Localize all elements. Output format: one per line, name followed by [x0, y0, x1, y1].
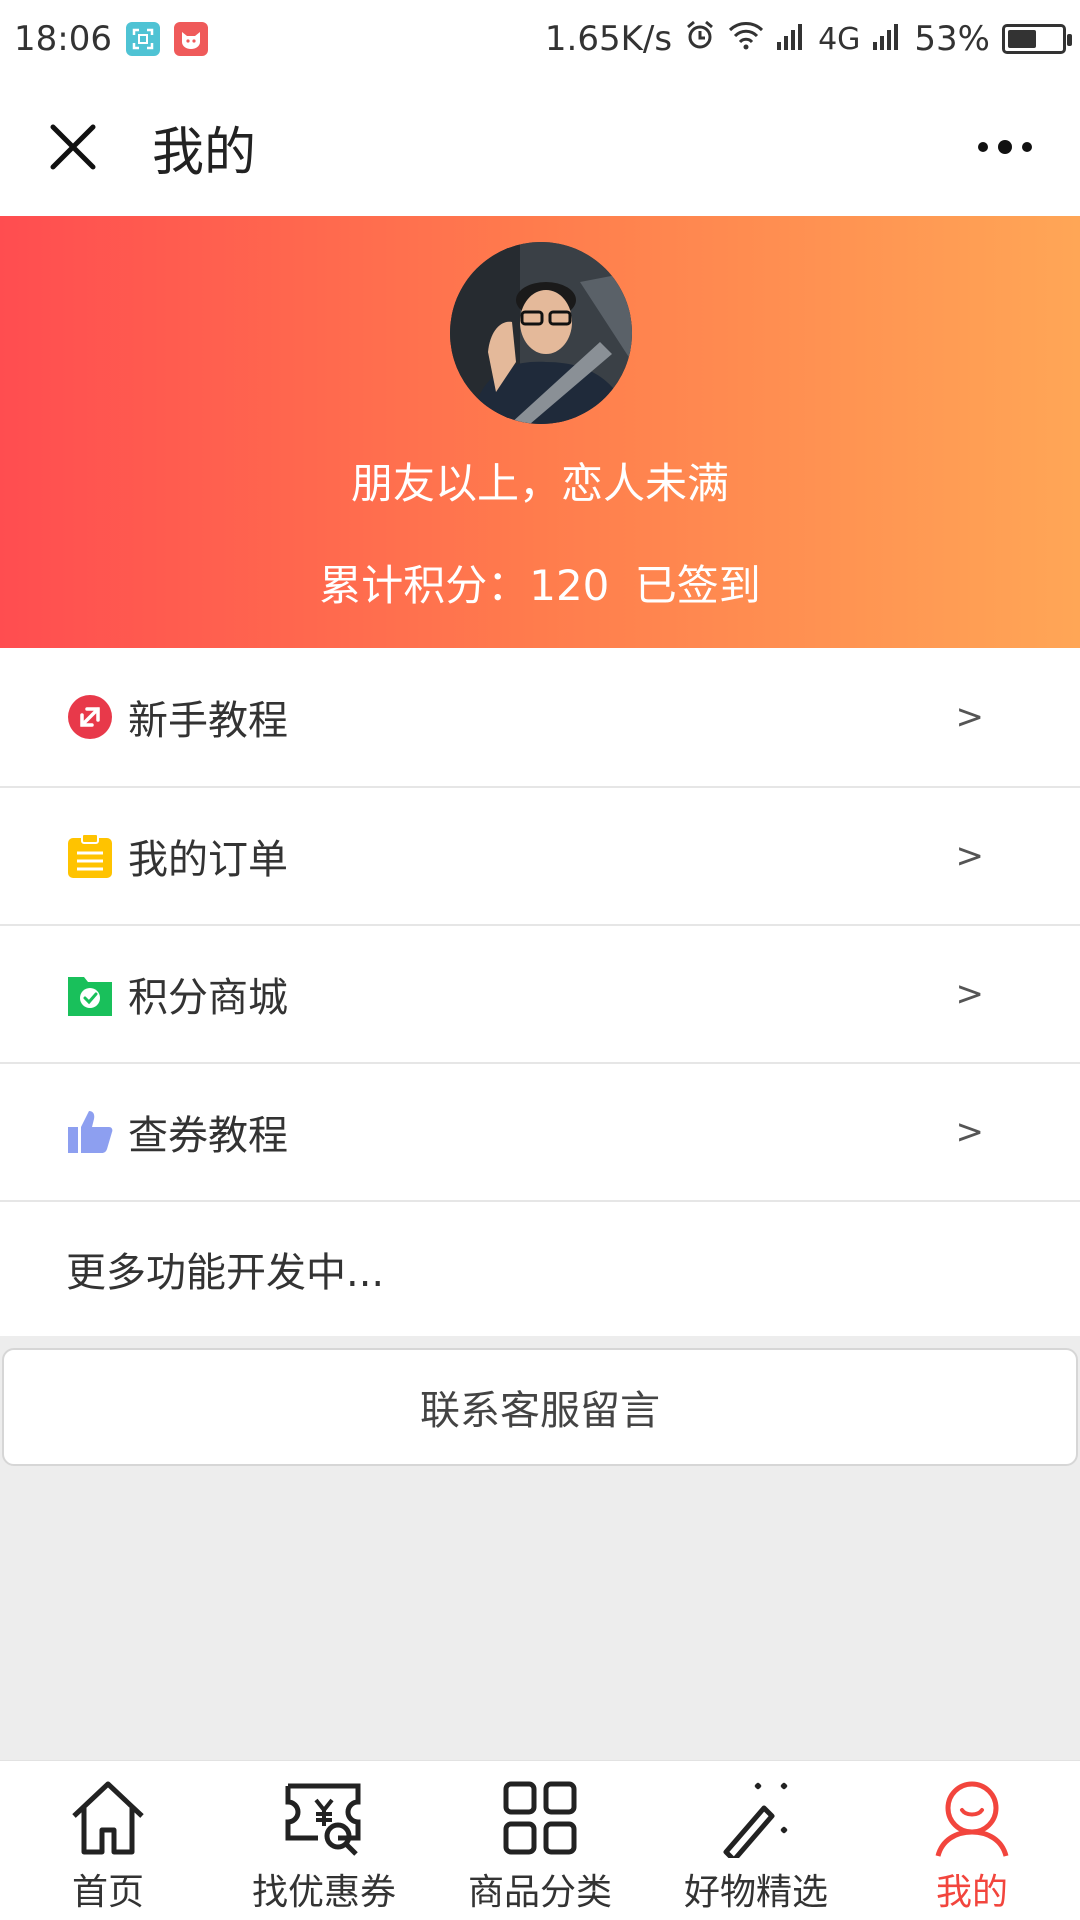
tutorial-icon — [66, 693, 114, 741]
tab-label: 好物精选 — [683, 1872, 828, 1913]
more-dots-icon — [978, 140, 1032, 154]
coupon-search-icon — [281, 1775, 367, 1861]
profile-header: 朋友以上，恋人未满 累计积分：120 已签到 — [0, 216, 1080, 648]
tab-home[interactable]: 首页 — [0, 1761, 216, 1920]
page-title: 我的 — [152, 122, 257, 183]
menu-list: 新手教程 > 我的订单 > 积分商城 > 查券教程 > 更多功能开发中... — [0, 648, 1080, 1336]
checkin-status[interactable]: 已签到 — [635, 561, 761, 610]
tab-mine[interactable]: 我的 — [864, 1761, 1080, 1920]
folder-check-icon — [66, 970, 114, 1018]
points-row: 累计积分：120 已签到 — [0, 552, 1080, 613]
menu-item-points-mall[interactable]: 积分商城 > — [0, 924, 1080, 1062]
avatar[interactable] — [450, 242, 632, 424]
tab-categories[interactable]: 商品分类 — [432, 1761, 648, 1920]
cat-app-icon — [173, 22, 208, 56]
network-speed: 1.65K/s — [544, 19, 673, 59]
tab-label: 商品分类 — [467, 1872, 612, 1913]
bottom-tabbar: 首页 找优惠券 商品分类 好物精选 我的 — [0, 1760, 1080, 1920]
signal-icon — [776, 19, 806, 59]
tab-label: 找优惠券 — [251, 1872, 396, 1913]
home-icon — [65, 1775, 151, 1861]
battery-fill — [1008, 30, 1036, 48]
tab-label: 首页 — [71, 1872, 144, 1913]
close-icon — [50, 124, 96, 170]
username: 朋友以上，恋人未满 — [350, 459, 729, 508]
clipboard-icon — [66, 832, 114, 880]
scan-app-icon — [125, 22, 160, 56]
menu-item-orders[interactable]: 我的订单 > — [0, 786, 1080, 924]
battery-percent: 53% — [914, 19, 990, 59]
chevron-right-icon: > — [955, 697, 985, 737]
close-button[interactable] — [38, 112, 108, 182]
tab-coupons[interactable]: 找优惠券 — [216, 1761, 432, 1920]
thumbs-up-icon — [66, 1108, 114, 1156]
alarm-icon — [684, 19, 716, 60]
network-type: 4G — [818, 21, 861, 57]
menu-item-label: 我的订单 — [128, 837, 288, 883]
chevron-right-icon: > — [955, 974, 985, 1014]
status-bar: 18:06 1.65K/s 4G 53% — [0, 0, 1080, 78]
chevron-right-icon: > — [955, 1112, 985, 1152]
grid-icon — [497, 1775, 583, 1861]
contact-service-button[interactable]: 联系客服留言 — [2, 1348, 1078, 1466]
points-label: 累计积分：120 — [319, 561, 610, 610]
tab-featured[interactable]: 好物精选 — [648, 1761, 864, 1920]
signal-icon-2 — [872, 19, 902, 59]
more-features-text: 更多功能开发中... — [0, 1200, 1080, 1336]
user-icon — [929, 1775, 1015, 1861]
menu-item-label: 积分商城 — [128, 975, 288, 1021]
wifi-icon — [728, 19, 764, 59]
menu-item-coupon-tutorial[interactable]: 查券教程 > — [0, 1062, 1080, 1200]
tab-label: 我的 — [935, 1872, 1008, 1913]
chevron-right-icon: > — [955, 836, 985, 876]
status-time: 18:06 — [14, 19, 112, 59]
menu-item-label: 新手教程 — [128, 698, 288, 744]
more-button[interactable] — [970, 112, 1040, 182]
battery-icon — [1002, 24, 1072, 54]
menu-item-label: 查券教程 — [128, 1113, 288, 1159]
magic-wand-icon — [713, 1775, 799, 1861]
title-bar: 我的 — [0, 78, 1080, 216]
menu-item-tutorial[interactable]: 新手教程 > — [0, 648, 1080, 786]
